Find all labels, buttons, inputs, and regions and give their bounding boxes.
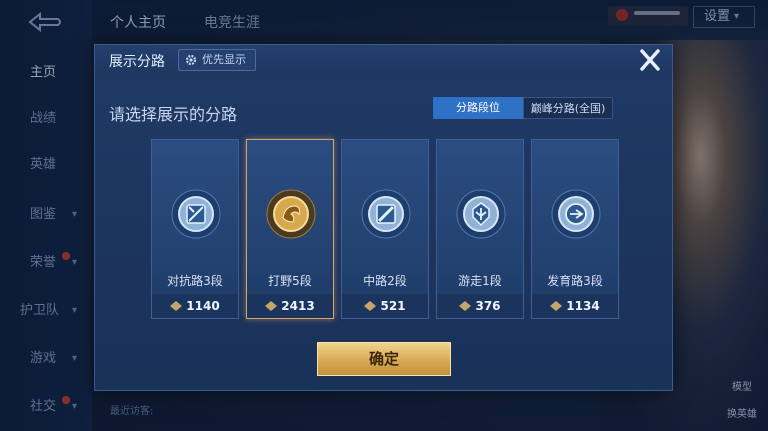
dialog-title: 展示分路 [109, 54, 165, 70]
lane-card-name: 打野5段 [268, 274, 312, 288]
lane-card-name: 中路2段 [363, 274, 407, 288]
select-lane-title: 请选择展示的分路 [109, 105, 238, 124]
points-icon [459, 301, 472, 311]
segment-lane-rank[interactable]: 分路段位 [433, 97, 523, 119]
points-value: 2413 [281, 299, 315, 313]
points-value: 1134 [566, 299, 600, 313]
points-icon [170, 301, 183, 311]
lane-card-farm[interactable]: 发育路3段 1134 [531, 139, 619, 319]
priority-label: 优先显示 [202, 53, 246, 66]
lane-card-points: 2413 [247, 294, 333, 318]
lane-card-points: 1134 [532, 294, 618, 318]
lane-card-points: 1140 [152, 294, 238, 318]
lane-card-jungle[interactable]: 打野5段 2413 [246, 139, 334, 319]
points-value: 1140 [186, 299, 220, 313]
screen: 个人主页 电竞生涯 设置 ▾ 主页 战绩 英雄 图鉴 ▾ 荣誉 ▾ 护卫队 ▾ 游戏 ▾… [0, 0, 768, 431]
points-icon [265, 301, 278, 311]
lane-card-points: 521 [342, 294, 428, 318]
mid-lane-emblem-icon [361, 189, 411, 239]
lane-card-name: 发育路3段 [547, 274, 603, 288]
lane-card-clash[interactable]: 对抗路3段 1140 [151, 139, 239, 319]
farm-lane-emblem-icon [551, 189, 601, 239]
lane-card-name: 游走1段 [458, 274, 502, 288]
clash-lane-emblem-icon [171, 189, 221, 239]
lane-card-points: 376 [437, 294, 523, 318]
lane-card-mid[interactable]: 中路2段 521 [341, 139, 429, 319]
dialog-header: 展示分路 优先显示 [95, 45, 672, 77]
close-icon[interactable] [635, 47, 665, 73]
lane-display-dialog: 展示分路 优先显示 请选择展示的分路 分路段位 巅峰分路(全国) 对抗路3段 1… [94, 44, 673, 391]
lane-card-roam[interactable]: 游走1段 376 [436, 139, 524, 319]
segment-peak-lane[interactable]: 巅峰分路(全国) [523, 97, 613, 119]
jungle-emblem-icon [266, 189, 316, 239]
confirm-button[interactable]: 确定 [317, 342, 451, 376]
roam-emblem-icon [456, 189, 506, 239]
priority-display-button[interactable]: 优先显示 [178, 49, 256, 71]
points-value: 376 [475, 299, 501, 313]
points-icon [364, 301, 377, 311]
gear-icon [185, 54, 197, 66]
lane-card-name: 对抗路3段 [167, 274, 223, 288]
points-icon [550, 301, 563, 311]
points-value: 521 [380, 299, 406, 313]
